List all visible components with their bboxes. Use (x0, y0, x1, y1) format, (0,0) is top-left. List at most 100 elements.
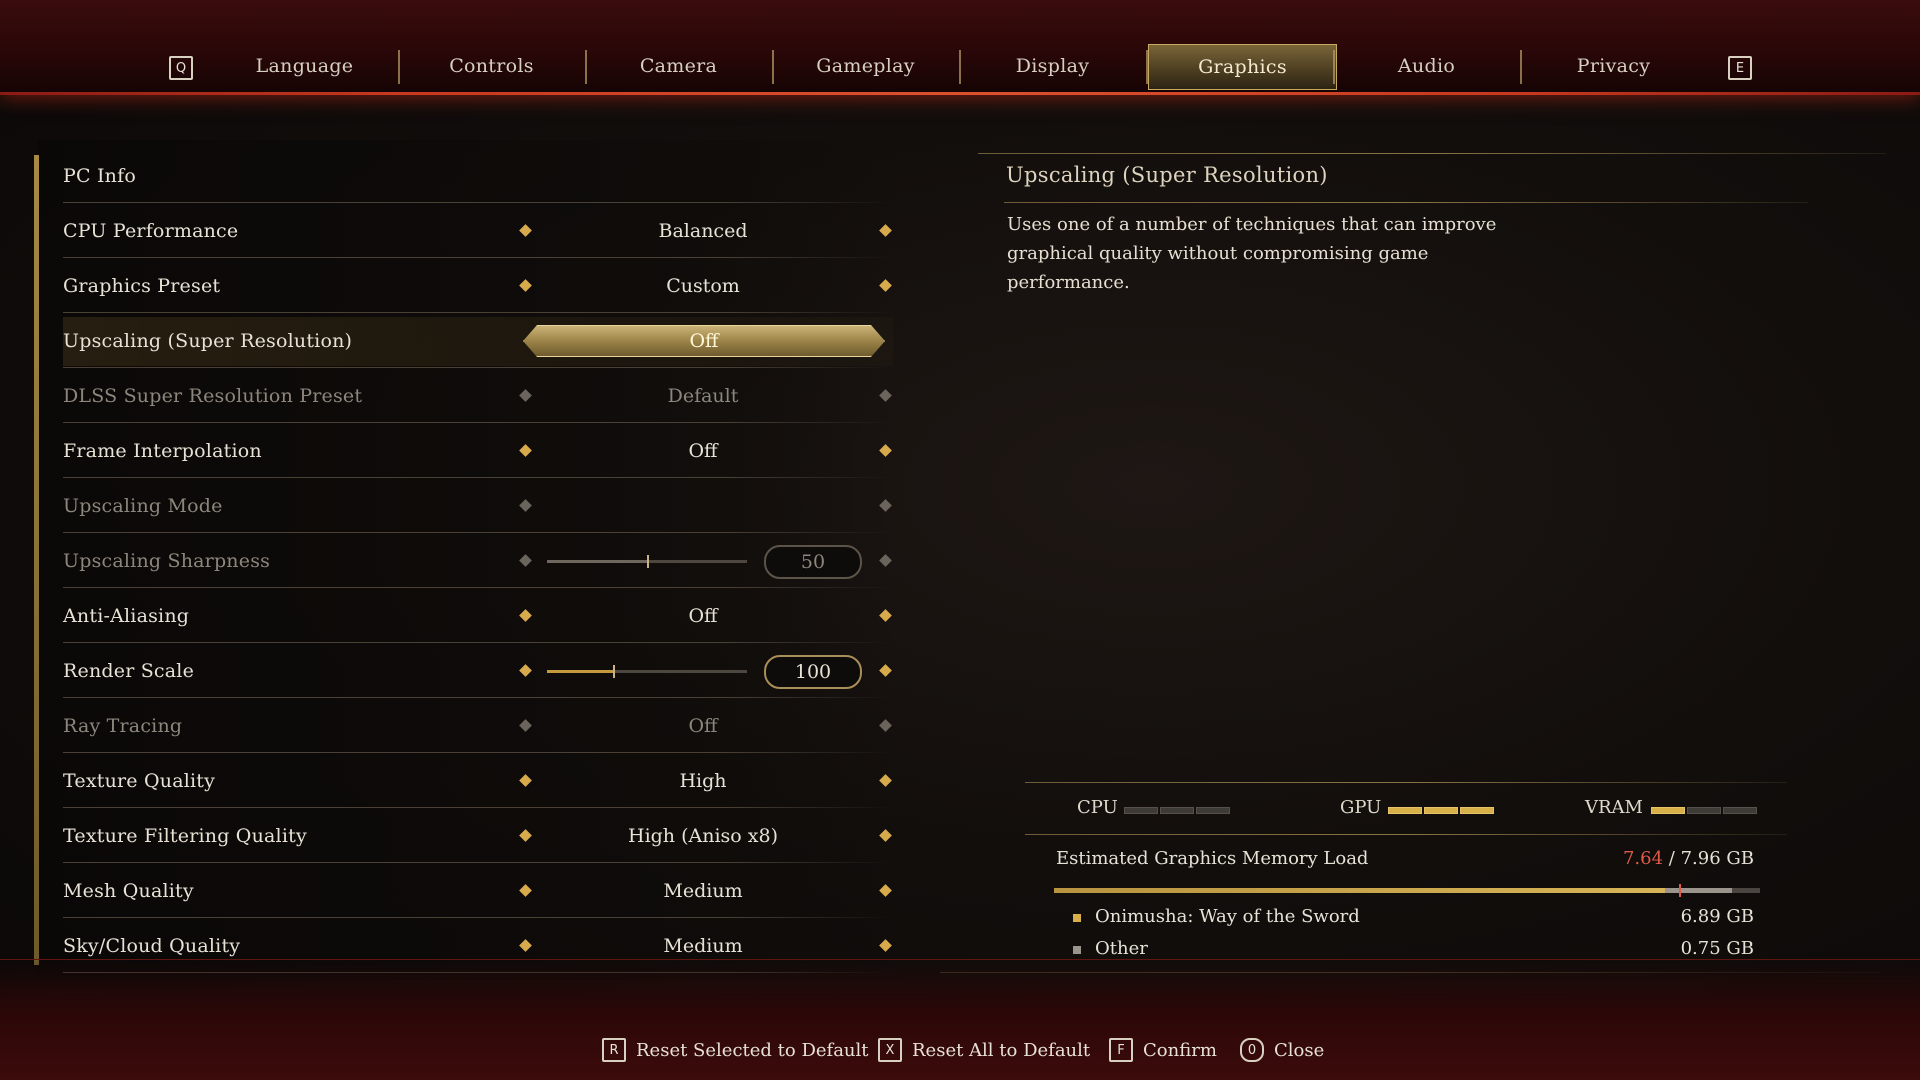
close-hint[interactable]: 0 Close (1240, 1038, 1324, 1062)
description-top-rule (978, 153, 1886, 154)
setting-value-field[interactable]: 100 (764, 655, 862, 689)
description-text: Uses one of a number of techniques that … (1007, 214, 1497, 293)
setting-label: Render Scale (63, 659, 195, 682)
setting-row-upscaling-mode[interactable]: Upscaling Mode (63, 478, 893, 533)
setting-value[interactable]: Off (523, 325, 885, 357)
setting-label: CPU Performance (63, 219, 239, 242)
setting-label: Ray Tracing (63, 714, 183, 737)
memory-item-label: Other (1095, 938, 1148, 959)
setting-value (523, 478, 883, 533)
slider-fill (547, 560, 647, 563)
setting-value: Off (688, 439, 718, 462)
setting-row-upscaling-super-resolution[interactable]: Upscaling (Super Resolution) Off (63, 313, 893, 368)
memory-game-fill (1054, 888, 1666, 893)
memory-other-fill (1665, 888, 1732, 893)
setting-value: Default (667, 384, 739, 407)
setting-row-texture-filtering-quality[interactable]: Texture Filtering Quality High (Aniso x8) (63, 808, 893, 863)
setting-label: Upscaling Mode (63, 494, 223, 517)
hint-label: Close (1274, 1039, 1325, 1061)
legend-swatch (1073, 914, 1081, 922)
setting-label: DLSS Super Resolution Preset (63, 384, 363, 407)
meter-segment (1723, 807, 1757, 814)
setting-row-mesh-quality[interactable]: Mesh Quality Medium (63, 863, 893, 918)
meter-segment (1424, 807, 1458, 814)
setting-row-upscaling-sharpness[interactable]: Upscaling Sharpness 50 (63, 533, 893, 588)
legend-swatch (1073, 946, 1081, 954)
setting-label: Mesh Quality (63, 879, 194, 902)
tab-language[interactable]: Language (211, 44, 398, 88)
setting-row-graphics-preset[interactable]: Graphics Preset Custom (63, 258, 893, 313)
meter-segment (1124, 807, 1158, 814)
memory-used-value: 7.64 (1622, 848, 1664, 869)
hint-label: Reset All to Default (912, 1039, 1091, 1061)
slider-handle[interactable] (613, 665, 615, 678)
memory-total-value: / 7.96 GB (1668, 848, 1754, 869)
next-option-arrow-icon[interactable] (879, 664, 892, 677)
setting-value: Medium (663, 879, 743, 902)
setting-value: High (679, 769, 727, 792)
setting-label: Frame Interpolation (63, 439, 262, 462)
load-bottom-rule (1025, 834, 1787, 835)
setting-value: High (Aniso x8) (628, 824, 778, 847)
setting-value: Off (688, 714, 718, 737)
memory-item-label: Onimusha: Way of the Sword (1095, 906, 1360, 927)
next-tab-key-icon[interactable]: E (1728, 56, 1752, 80)
pc-info-button[interactable]: PC Info (63, 148, 893, 203)
hint-label: Confirm (1143, 1039, 1217, 1061)
pc-info-label: PC Info (63, 164, 136, 187)
cpu-load-label: CPU (1077, 797, 1118, 818)
setting-row-texture-quality[interactable]: Texture Quality High (63, 753, 893, 808)
reset-all-hint[interactable]: X Reset All to Default (878, 1038, 1090, 1062)
tab-audio[interactable]: Audio (1333, 44, 1520, 88)
x-key-icon: X (878, 1038, 902, 1062)
setting-row-render-scale[interactable]: Render Scale 100 (63, 643, 893, 698)
tab-camera[interactable]: Camera (585, 44, 772, 88)
slider-fill (547, 670, 613, 673)
setting-label: Upscaling Sharpness (63, 549, 271, 572)
memory-load-value: 7.64 / 7.96 GB (1623, 848, 1754, 869)
memory-item-amount: 6.89 GB (1680, 906, 1754, 927)
description-title-rule (1004, 202, 1808, 203)
setting-label: Upscaling (Super Resolution) (63, 329, 353, 352)
tab-graphics[interactable]: Graphics (1148, 44, 1337, 90)
setting-label: Texture Filtering Quality (63, 824, 307, 847)
setting-row-cpu-performance[interactable]: CPU Performance Balanced (63, 203, 893, 258)
f-key-icon: F (1109, 1038, 1133, 1062)
setting-slider[interactable] (547, 665, 747, 678)
setting-row-dlss-super-resolution-preset[interactable]: DLSS Super Resolution Preset Default (63, 368, 893, 423)
setting-row-anti-aliasing[interactable]: Anti-Aliasing Off (63, 588, 893, 643)
reset-selected-hint[interactable]: R Reset Selected to Default (602, 1038, 869, 1062)
zero-key-icon: 0 (1240, 1038, 1264, 1062)
meter-segment (1651, 807, 1685, 814)
confirm-hint[interactable]: F Confirm (1109, 1038, 1217, 1062)
meter-segment (1196, 807, 1230, 814)
next-option-arrow-icon[interactable] (879, 554, 892, 567)
memory-load-title: Estimated Graphics Memory Load (1056, 848, 1369, 869)
tab-privacy[interactable]: Privacy (1520, 44, 1707, 88)
prev-tab-key-icon[interactable]: Q (169, 56, 193, 80)
setting-label: Texture Quality (63, 769, 216, 792)
setting-value: Balanced (658, 219, 748, 242)
slider-handle[interactable] (647, 555, 649, 568)
setting-value: Off (688, 604, 718, 627)
previous-option-arrow-icon[interactable] (519, 664, 532, 677)
memory-limit-marker (1678, 884, 1681, 897)
setting-value-field[interactable]: 50 (764, 545, 862, 579)
load-top-rule (1025, 782, 1787, 783)
setting-value: Custom (666, 274, 740, 297)
scroll-indicator[interactable] (34, 155, 39, 965)
tab-display[interactable]: Display (959, 44, 1146, 88)
memory-load-bar (1054, 884, 1760, 897)
setting-slider[interactable] (547, 555, 747, 568)
vram-load-label: VRAM (1585, 797, 1643, 818)
meter-segment (1160, 807, 1194, 814)
meter-segment (1460, 807, 1494, 814)
tab-controls[interactable]: Controls (398, 44, 585, 88)
hint-label: Reset Selected to Default (636, 1039, 869, 1061)
setting-row-frame-interpolation[interactable]: Frame Interpolation Off (63, 423, 893, 478)
tab-bar: Q Language Controls Camera Gameplay Disp… (0, 0, 1920, 95)
meter-segment (1388, 807, 1422, 814)
previous-option-arrow-icon[interactable] (519, 554, 532, 567)
tab-gameplay[interactable]: Gameplay (772, 44, 959, 88)
setting-row-ray-tracing[interactable]: Ray Tracing Off (63, 698, 893, 753)
